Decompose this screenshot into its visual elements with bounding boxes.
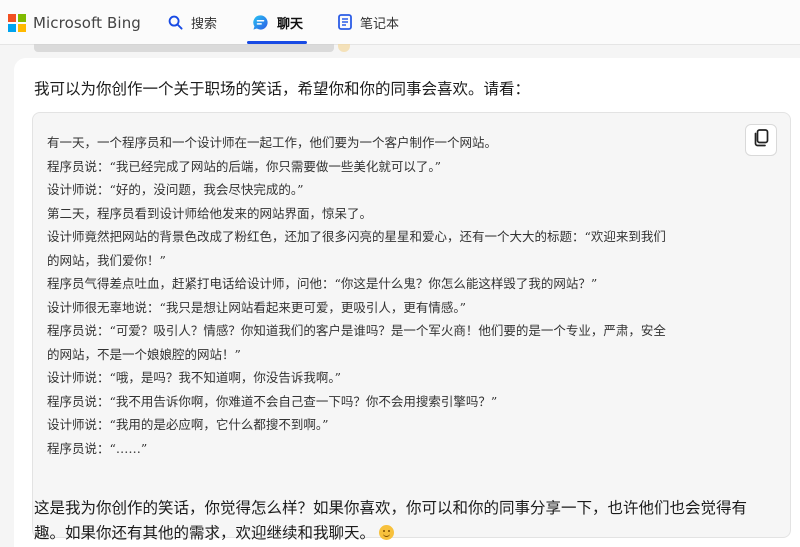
microsoft-logo-icon	[8, 14, 26, 32]
message-intro-text: 我可以为你创作一个关于职场的笑话，希望你和你的同事会喜欢。请看：	[34, 80, 531, 98]
notebook-icon	[338, 14, 352, 30]
joke-text-lines: 有一天，一个程序员和一个设计师在一起工作，他们要为一个客户制作一个网站。 程序员…	[47, 131, 767, 460]
joke-line: 程序员气得差点吐血，赶紧打电话给设计师，问他：“你这是什么鬼？你怎么能这样毁了我…	[47, 276, 598, 291]
copy-button[interactable]	[745, 124, 777, 156]
tab-notebook-label: 笔记本	[360, 16, 400, 32]
chat-icon	[252, 14, 269, 31]
tab-chat-label: 聊天	[277, 16, 304, 32]
joke-line: 有一天，一个程序员和一个设计师在一起工作，他们要为一个客户制作一个网站。	[47, 135, 498, 150]
joke-line: 程序员说：“……”	[47, 440, 148, 456]
copy-icon	[753, 129, 769, 151]
joke-line: 程序员说：“我已经完成了网站的后端，你只需要做一些美化就可以了。”	[47, 158, 442, 174]
joke-line: 设计师说：“哦，是吗？我不知道啊，你没告诉我啊。”	[47, 370, 342, 385]
logo-text: Microsoft Bing	[33, 14, 141, 32]
outro-line-2: 趣。如果你还有其他的需求，欢迎继续和我聊天。	[34, 524, 376, 542]
joke-line: 程序员说：“我不用告诉你啊，你难道不会自己查一下吗？你不会用搜索引擎吗？”	[47, 393, 498, 409]
bot-message-card: 我可以为你创作一个关于职场的笑话，希望你和你的同事会喜欢。请看： 有一天，一个程…	[14, 58, 800, 547]
joke-line: 程序员说：“可爱？吸引人？情感？你知道我们的客户是谁吗？是一个军火商！他们要的是…	[47, 323, 666, 338]
previous-message-fragment	[34, 44, 434, 56]
joke-line: 设计师竟然把网站的背景色改成了粉红色，还加了很多闪亮的星星和爱心，还有一个大大的…	[47, 229, 666, 244]
joke-line: 第二天，程序员看到设计师给他发来的网站界面，惊呆了。	[47, 205, 373, 221]
tab-notebook[interactable]: 笔记本	[338, 12, 399, 32]
top-navigation-bar: Microsoft Bing 搜索 聊天 笔记本	[0, 0, 800, 45]
joke-line: 设计师说：“我用的是必应啊，它什么都搜不到啊。”	[47, 417, 329, 432]
joke-line: 的网站，不是一个娘娘腔的网站！”	[47, 346, 241, 362]
joke-line: 的网站，我们爱你！”	[47, 252, 166, 268]
bing-logo[interactable]: Microsoft Bing	[8, 12, 141, 34]
joke-code-block: 有一天，一个程序员和一个设计师在一起工作，他们要为一个客户制作一个网站。 程序员…	[32, 112, 791, 538]
tab-search[interactable]: 搜索	[168, 12, 217, 32]
message-outro: 这是我为你创作的笑话，你觉得怎么样？如果你喜欢，你可以和你的同事分享一下，也许他…	[34, 496, 794, 546]
joke-line: 设计师很无辜地说：“我只是想让网站看起来更可爱，更吸引人，更有情感。”	[47, 299, 467, 315]
smiling-face-emoji-icon	[379, 525, 395, 540]
search-icon	[168, 15, 183, 30]
tab-chat[interactable]: 聊天	[252, 12, 303, 32]
tab-search-label: 搜索	[191, 16, 218, 32]
joke-line: 设计师说：“好的，没问题，我会尽快完成的。”	[47, 182, 304, 197]
outro-line-1: 这是我为你创作的笑话，你觉得怎么样？如果你喜欢，你可以和你的同事分享一下，也许他…	[34, 499, 748, 517]
